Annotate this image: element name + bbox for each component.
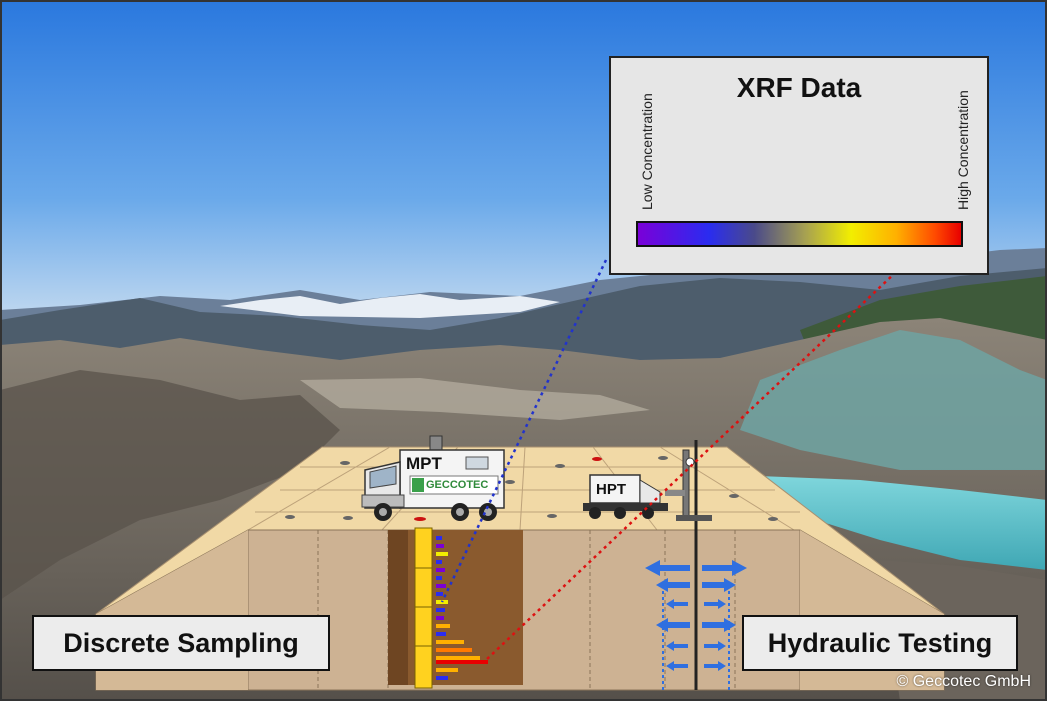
copyright-credit: © Geccotec GmbH [896,673,1032,690]
figure: MPT GECCOTEC HPT XRF Data Low Concentrat… [0,0,1047,701]
high-concentration-label: High Concentration [955,90,971,210]
discrete-sampling-label: Discrete Sampling [32,615,330,671]
borehole-shadow [388,530,408,685]
hydraulic-testing-label: Hydraulic Testing [742,615,1018,671]
low-concentration-label: Low Concentration [639,93,655,210]
concentration-color-bar [636,221,963,247]
hpt-label: HPT [596,481,626,498]
mpt-label: MPT [406,454,442,473]
sample-core [414,527,433,689]
truck-logo: GECCOTEC [426,479,489,491]
xrf-legend: XRF Data Low Concentration High Concentr… [609,56,989,275]
xrf-title: XRF Data [736,72,862,103]
